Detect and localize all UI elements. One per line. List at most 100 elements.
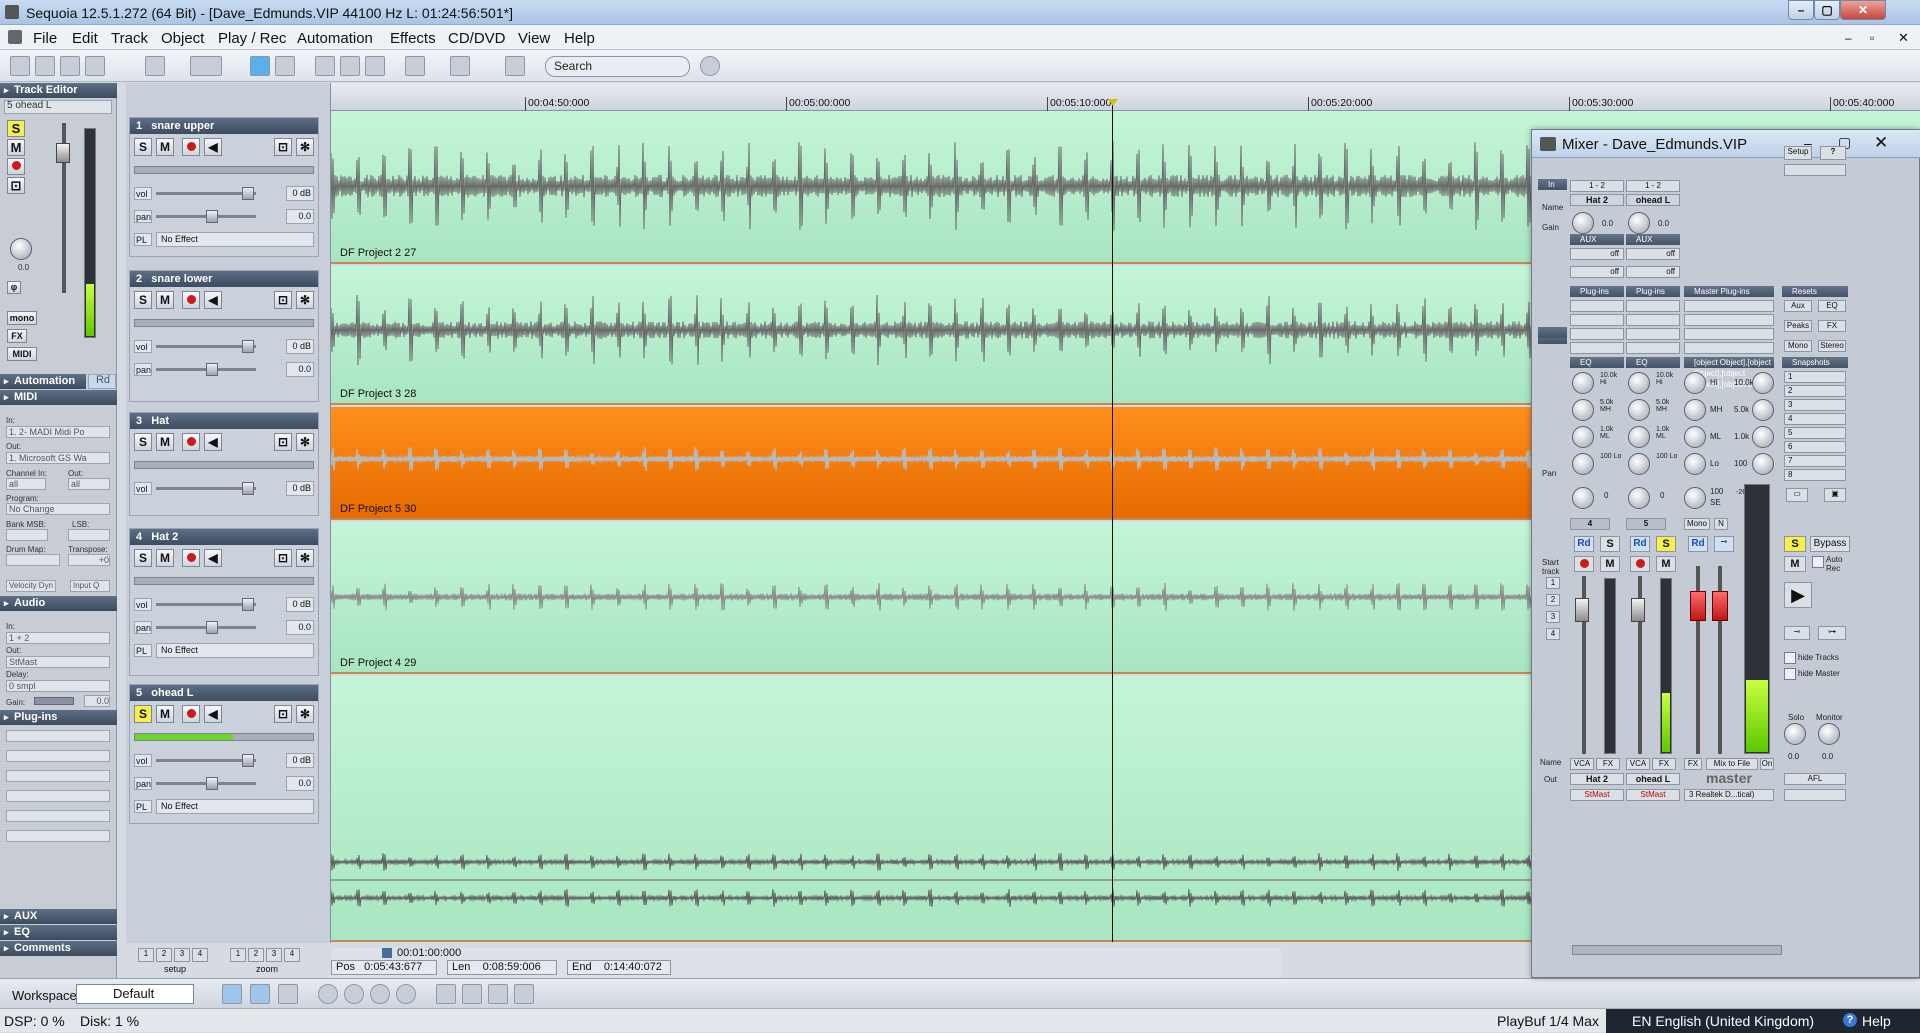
reset-aux-button[interactable]: Aux [1784,300,1812,312]
midi-in-select[interactable]: 1. 2- MADI Midi Po [6,426,110,438]
master-plugin-slot[interactable] [1684,314,1774,326]
zoom-out-icon[interactable] [318,984,338,1004]
mix-on-button[interactable]: On [1760,758,1774,770]
aux-send-1[interactable]: off [1626,248,1680,260]
hide-tracks-checkbox[interactable] [1784,652,1796,664]
plugin-row[interactable]: PL No Effect [134,643,314,658]
transpose-field[interactable]: +0 [68,554,110,566]
gain-knob[interactable] [1572,212,1594,234]
menu-track[interactable]: Track [111,30,148,47]
reset-fx-button[interactable]: FX [1818,320,1846,332]
bypass-button[interactable]: Bypass [1810,536,1850,552]
reset-mono-button[interactable]: Mono [1784,340,1812,352]
zoom-v-in-icon[interactable] [396,984,416,1004]
channel-name-bottom[interactable]: ohead L [1626,773,1680,785]
monitor-output-select[interactable] [1784,789,1846,801]
midi-header[interactable]: MIDI [0,390,117,405]
setup-4-button[interactable]: 4 [192,948,208,962]
view-3-icon[interactable] [278,984,298,1004]
channel-output-select[interactable]: StMast [1626,789,1680,801]
read-button[interactable]: Rd [1574,536,1594,552]
eq-header[interactable]: EQ [1570,357,1624,368]
channel-input-select[interactable]: 1 - 2 [1626,180,1680,192]
lsb-field[interactable] [68,529,110,541]
monitor-icon[interactable]: ◀ [204,705,222,723]
settings-icon[interactable]: ✻ [296,291,314,309]
reset-peaks-button[interactable]: Peaks [1784,320,1812,332]
snapshots-header[interactable]: Snapshots [1782,357,1848,368]
master-fader-right[interactable] [1712,591,1728,621]
mdi-restore-icon[interactable]: ▫ [1870,31,1874,45]
start-track-3[interactable]: 3 [1546,611,1560,623]
lock-icon[interactable]: ⊡ [274,705,292,723]
pan-knob[interactable] [1572,487,1594,509]
eq-lo-knob[interactable] [1628,453,1650,475]
solo-button[interactable]: S [1600,536,1620,552]
mute-button[interactable]: M [156,433,174,451]
lock-icon[interactable]: ⊡ [7,177,25,194]
start-track-4[interactable]: 4 [1546,628,1560,640]
save-snapshot-icon[interactable]: ▣ [1824,488,1846,502]
help-link[interactable]: Help [1862,1013,1891,1029]
master-plugin-slot[interactable] [1684,328,1774,340]
pos-field[interactable]: Pos 0:05:43:677 [331,960,437,975]
bank-msb-field[interactable] [6,529,48,541]
channel-out-select[interactable]: all [68,478,110,490]
mute-button[interactable]: M [1656,556,1676,572]
track-title[interactable]: 4 Hat 2 [130,529,318,545]
plugin-slot-2[interactable] [6,750,110,762]
window-icon[interactable] [505,56,525,76]
plugin-slot[interactable] [1626,328,1680,340]
eq-lo-knob[interactable] [1572,453,1594,475]
pointer-tool-icon[interactable] [145,56,165,76]
pan-slider[interactable]: pan 0.0 [134,362,314,377]
search-icon[interactable] [700,56,720,76]
comments-header[interactable]: Comments [0,941,117,956]
read-button[interactable]: Rd [1630,536,1650,552]
volume-slider[interactable]: vol 0 dB [134,597,314,612]
solo-knob[interactable] [1784,723,1806,745]
link-icon[interactable]: ⊸ [1714,536,1734,552]
track-title[interactable]: 2 snare lower [130,271,318,287]
plugins-header[interactable]: Plug-ins [0,710,117,725]
view-icon[interactable] [222,984,242,1004]
plugin-slot[interactable] [1570,342,1624,354]
plugin-slot[interactable] [1570,300,1624,312]
auto-rec-checkbox[interactable] [1812,556,1824,568]
master-mute-button[interactable]: M [1784,556,1806,572]
master-eq-hi-gain-knob[interactable] [1752,372,1774,394]
fx-button[interactable]: FX [7,329,27,343]
master-output-select[interactable]: 3 Realtek D...tical) [1684,789,1774,801]
volume-fader[interactable] [1575,598,1589,622]
len-field[interactable]: Len 0:08:59:006 [447,960,557,975]
resets-header[interactable]: Resets [1782,286,1848,297]
lock-icon[interactable]: ⊡ [274,433,292,451]
maximize-icon[interactable]: ▢ [1814,0,1840,20]
delay-field[interactable]: 0 smpl [6,680,110,692]
pan-slider[interactable]: pan 0.0 [134,209,314,224]
playhead-marker-icon[interactable] [1108,99,1118,106]
fx-button[interactable]: FX [1652,758,1676,770]
record-button[interactable] [182,549,200,567]
channel-name[interactable]: Hat 2 [1570,194,1624,206]
plugins-header[interactable]: Plug-ins [1570,286,1624,297]
mixer-scrollbar[interactable] [1572,945,1782,955]
plugin-row[interactable]: PL No Effect [134,232,314,247]
snapshot-4[interactable]: 4 [1784,413,1846,425]
vca-button[interactable]: VCA [1570,758,1594,770]
midi-out-select[interactable]: 1. Microsoft GS Wa [6,452,110,464]
zoom-4-button[interactable]: 4 [284,948,300,962]
search-input[interactable]: Search [545,56,690,77]
snapshot-1[interactable]: 1 [1784,371,1846,383]
automation-header[interactable]: Automation [0,374,86,389]
monitor-icon[interactable]: ◀ [204,291,222,309]
channel-name[interactable]: ohead L [1626,194,1680,206]
midi-button[interactable]: MIDI [7,347,37,361]
channel-name-bottom[interactable]: Hat 2 [1570,773,1624,785]
audio-out-select[interactable]: StMast [6,656,110,668]
align-center-icon[interactable] [340,56,360,76]
channel-input-select[interactable]: 1 - 2 [1570,180,1624,192]
channel-in-select[interactable]: all [6,478,46,490]
eq-ml-knob[interactable] [1628,426,1650,448]
menu-automation[interactable]: Automation [297,30,373,47]
